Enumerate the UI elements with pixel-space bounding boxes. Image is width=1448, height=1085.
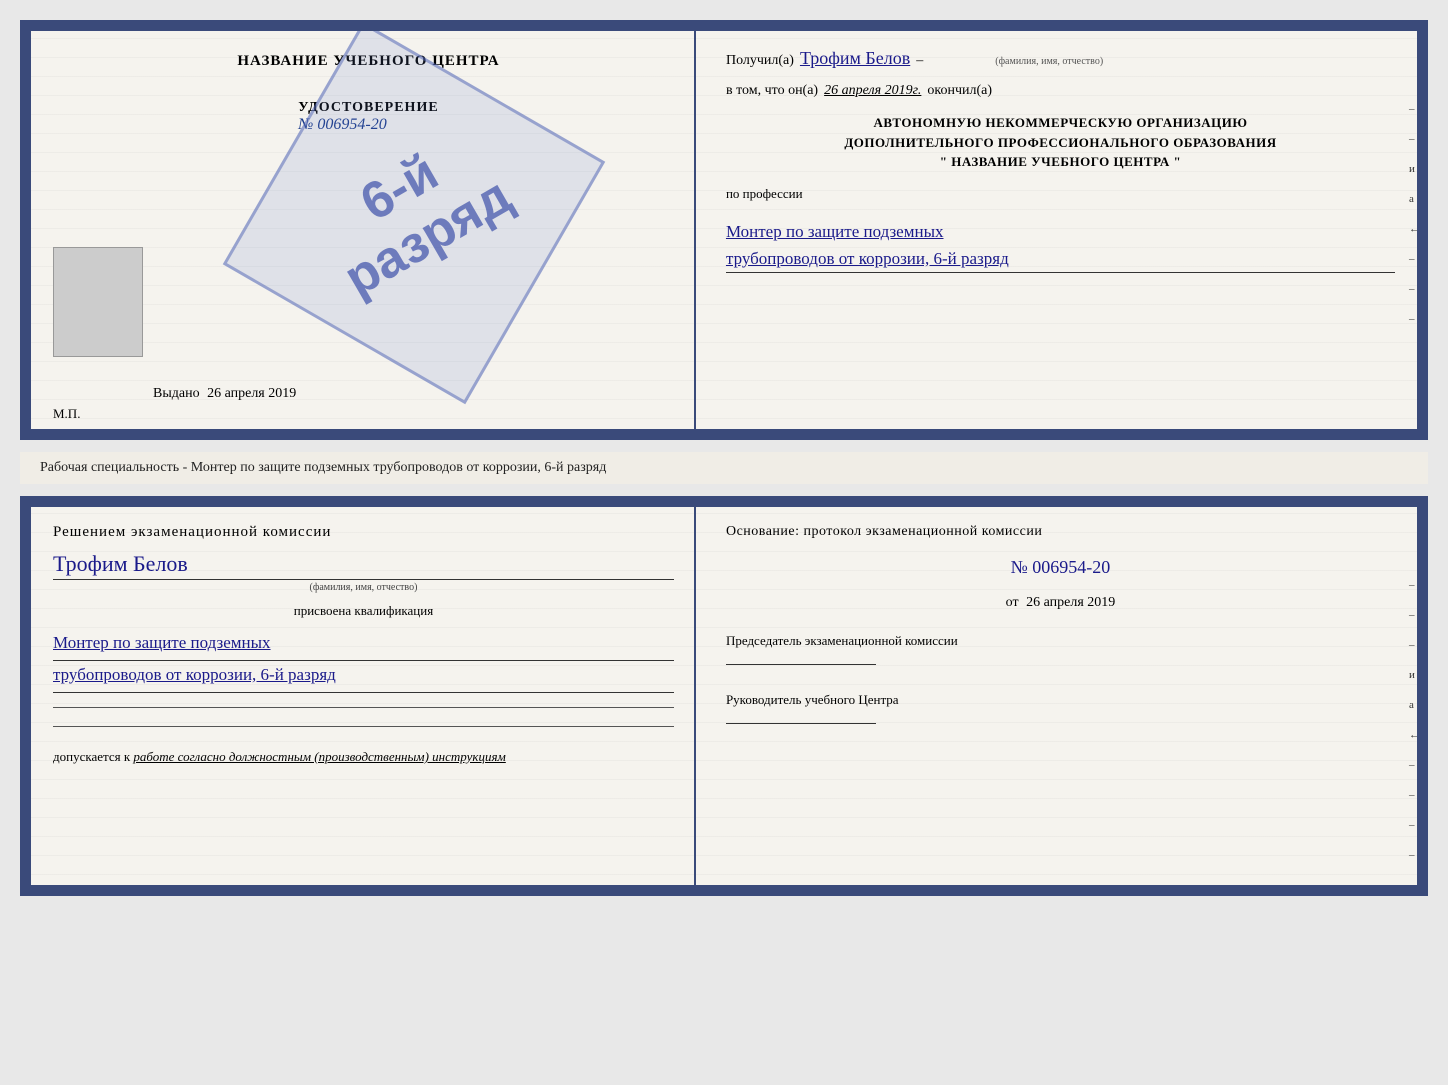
okonchil-label: окончил(а): [927, 83, 992, 99]
chairman-title: Председатель экзаменационной комиссии: [726, 633, 1395, 649]
middle-text: Рабочая специальность - Монтер по защите…: [20, 452, 1428, 484]
bottom-name-subtext: (фамилия, имя, отчество): [53, 582, 674, 593]
bottom-prof-line1: Монтер по защите подземных: [53, 629, 674, 661]
ruk-block: Руководитель учебного Центра: [726, 692, 1395, 729]
ruk-sig-line: [726, 723, 876, 724]
bottom-line-1: [53, 707, 674, 708]
bottom-profession: Монтер по защите подземных трубопроводов…: [53, 629, 674, 693]
poluchil-label: Получил(а): [726, 53, 794, 69]
org-line2: ДОПОЛНИТЕЛЬНОГО ПРОФЕССИОНАЛЬНОГО ОБРАЗО…: [726, 133, 1395, 153]
bottom-prof-line2: трубопроводов от коррозии, 6-й разряд: [53, 661, 674, 693]
side-marks-bottom-right: – – – и а ← – – – –: [1409, 579, 1420, 861]
dopuskaetsya: допускается к работе согласно должностны…: [53, 749, 674, 765]
org-line1: АВТОНОМНУЮ НЕКОММЕРЧЕСКУЮ ОРГАНИЗАЦИЮ: [726, 113, 1395, 133]
poluchil-subtext: (фамилия, имя, отчество): [995, 56, 1103, 67]
osnov-label: Основание: протокол экзаменационной коми…: [726, 524, 1395, 540]
stamp-overlay: 6-й разряд: [243, 42, 586, 385]
prof-line2: трубопроводов от коррозии, 6-й разряд: [726, 245, 1395, 273]
cert-top-left: НАЗВАНИЕ УЧЕБНОГО ЦЕНТРА 6-й разряд УДОС…: [23, 23, 696, 437]
poluchil-dash: –: [916, 53, 923, 69]
vtom-date: 26 апреля 2019г.: [824, 83, 921, 99]
vydano-label: Выдано: [153, 386, 200, 401]
prof-line1: Монтер по защите подземных: [726, 218, 1395, 245]
photo-placeholder: [53, 247, 143, 357]
ot-date-val: 26 апреля 2019: [1026, 595, 1115, 610]
bottom-heading: Решением экзаменационной комиссии: [53, 524, 674, 541]
cert-bottom-right: Основание: протокол экзаменационной коми…: [696, 499, 1425, 893]
ruk-title: Руководитель учебного Центра: [726, 692, 1395, 708]
chairman-sig-line: [726, 664, 876, 665]
ot-date: от 26 апреля 2019: [726, 595, 1395, 611]
dopuskaetsya-text: работе согласно должностным (производств…: [133, 749, 505, 764]
prisvoena: присвоена квалификация: [53, 603, 674, 619]
certificate-bottom: Решением экзаменационной комиссии Трофим…: [20, 496, 1428, 896]
cert-top-right: Получил(а) Трофим Белов – (фамилия, имя,…: [696, 23, 1425, 437]
bottom-name-block: Трофим Белов (фамилия, имя, отчество): [53, 551, 674, 593]
middle-text-content: Рабочая специальность - Монтер по защите…: [40, 460, 606, 475]
vydano-date: 26 апреля 2019: [207, 386, 296, 401]
po-professii: по профессии: [726, 186, 1395, 202]
org-line3: " НАЗВАНИЕ УЧЕБНОГО ЦЕНТРА ": [726, 152, 1395, 172]
chairman-block: Председатель экзаменационной комиссии: [726, 633, 1395, 670]
dopuskaetsya-label: допускается к: [53, 749, 130, 764]
mp-line: М.П.: [53, 406, 80, 422]
ot-label: от: [1006, 595, 1019, 610]
bottom-name: Трофим Белов: [53, 551, 674, 580]
certificate-top: НАЗВАНИЕ УЧЕБНОГО ЦЕНТРА 6-й разряд УДОС…: [20, 20, 1428, 440]
side-marks-top: – – и а ← – – –: [1409, 103, 1420, 325]
poluchil-name: Трофим Белов: [800, 48, 910, 69]
cert-bottom-left: Решением экзаменационной комиссии Трофим…: [23, 499, 696, 893]
org-block: АВТОНОМНУЮ НЕКОММЕРЧЕСКУЮ ОРГАНИЗАЦИЮ ДО…: [726, 113, 1395, 172]
page-wrapper: НАЗВАНИЕ УЧЕБНОГО ЦЕНТРА 6-й разряд УДОС…: [20, 20, 1428, 896]
vydano-line: Выдано 26 апреля 2019: [153, 386, 296, 402]
vtom-label: в том, что он(а): [726, 83, 818, 99]
bottom-line-2: [53, 726, 674, 727]
prot-num: № 006954-20: [726, 557, 1395, 578]
profession-block: Монтер по защите подземных трубопроводов…: [726, 218, 1395, 273]
